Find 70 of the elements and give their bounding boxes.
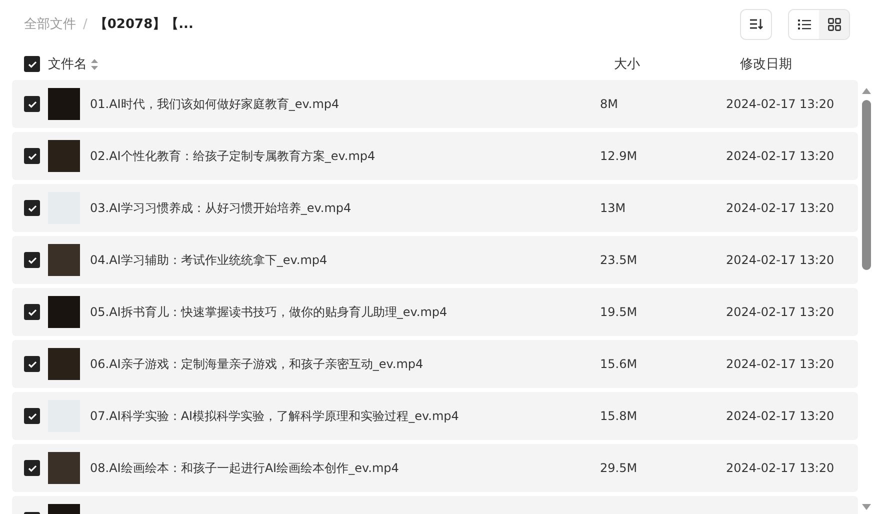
row-checkbox[interactable] bbox=[24, 148, 40, 164]
file-size: 19.5M bbox=[600, 305, 638, 319]
file-size: 15.6M bbox=[600, 357, 638, 371]
column-header[interactable]: 文件名 bbox=[48, 55, 87, 73]
file-row[interactable]: 08.AI绘画绘本：和孩子一起进行AI绘画绘本创作_ev.mp4 29.5M 2024-02-17 13:20 bbox=[12, 444, 858, 492]
video-thumbnail-placeholder bbox=[48, 296, 80, 328]
modified-date: 2024-02-17 13:20 bbox=[726, 201, 834, 215]
file-size: 12.9M bbox=[600, 149, 638, 163]
sort-icon[interactable] bbox=[91, 58, 98, 70]
file-name: 06.AI亲子游戏：定制海量亲子游戏，和孩子亲密互动_ev.mp4 bbox=[90, 356, 424, 372]
file-row[interactable]: 03.AI学习习惯养成：从好习惯开始培养_ev.mp4 13M 2024-02-17 13:20 bbox=[12, 184, 858, 232]
file-row[interactable]: 06.AI亲子游戏：定制海量亲子游戏，和孩子亲密互动_ev.mp4 15.6M 2024-02-17 13:20 bbox=[12, 340, 858, 388]
breadcrumb-separator: / bbox=[83, 16, 88, 32]
row-checkbox[interactable] bbox=[24, 252, 40, 268]
check-icon bbox=[28, 204, 36, 212]
column-header: 大小 bbox=[614, 56, 640, 73]
file-row[interactable]: 02.AI个性化教育：给孩子定制专属教育方案_ev.mp4 12.9M 2024-02-17 13:20 bbox=[12, 132, 858, 180]
current-folder: 【02078】【... bbox=[94, 16, 194, 33]
file-size: 15.8M bbox=[600, 409, 638, 423]
sort-button[interactable] bbox=[740, 8, 772, 40]
file-name: 01.AI时代，我们该如何做好家庭教育_ev.mp4 bbox=[90, 96, 340, 112]
row-checkbox[interactable] bbox=[24, 460, 40, 476]
file-row[interactable]: 01.AI时代，我们该如何做好家庭教育_ev.mp4 8M 2024-02-17 13:20 bbox=[12, 80, 858, 128]
scroll-up-icon[interactable] bbox=[862, 88, 870, 94]
modified-date: 2024-02-17 13:20 bbox=[726, 149, 834, 163]
check-icon bbox=[28, 464, 36, 472]
video-thumbnail-placeholder bbox=[48, 244, 80, 276]
check-icon bbox=[28, 256, 36, 264]
row-checkbox[interactable] bbox=[24, 200, 40, 216]
video-thumbnail-placeholder bbox=[48, 452, 80, 484]
grid-view-button[interactable] bbox=[819, 10, 849, 38]
check-icon bbox=[28, 308, 36, 316]
file-name: 05.AI拆书育儿：快速掌握读书技巧，做你的贴身育儿助理_ev.mp4 bbox=[90, 304, 448, 320]
row-checkbox[interactable] bbox=[24, 304, 40, 320]
file-name: 04.AI学习辅助：考试作业统统拿下_ev.mp4 bbox=[90, 252, 328, 268]
select-all-checkbox[interactable] bbox=[24, 56, 40, 72]
grid-icon bbox=[828, 18, 840, 30]
list-icon bbox=[798, 18, 810, 30]
check-icon bbox=[28, 100, 36, 108]
file-row[interactable]: 04.AI学习辅助：考试作业统统拿下_ev.mp4 23.5M 2024-02-17 13:20 bbox=[12, 236, 858, 284]
video-thumbnail-placeholder bbox=[48, 140, 80, 172]
row-checkbox[interactable] bbox=[24, 96, 40, 112]
video-thumbnail-placeholder bbox=[48, 88, 80, 120]
sort-order-icon bbox=[749, 18, 763, 30]
check-icon bbox=[28, 60, 36, 68]
file-size: 13M bbox=[600, 201, 627, 215]
scrollbar-thumb[interactable] bbox=[862, 100, 870, 270]
check-icon bbox=[28, 360, 36, 368]
file-name: 03.AI学习习惯养成：从好习惯开始培养_ev.mp4 bbox=[90, 200, 352, 216]
row-checkbox[interactable] bbox=[24, 356, 40, 372]
modified-date: 2024-02-17 13:20 bbox=[726, 97, 834, 111]
file-size: 29.5M bbox=[600, 461, 638, 475]
row-checkbox[interactable] bbox=[24, 408, 40, 424]
check-icon bbox=[28, 152, 36, 160]
file-name: 02.AI个性化教育：给孩子定制专属教育方案_ev.mp4 bbox=[90, 148, 376, 164]
file-size: 8M bbox=[600, 97, 619, 111]
modified-date: 2024-02-17 13:20 bbox=[726, 409, 834, 423]
file-size: 23.5M bbox=[600, 253, 638, 267]
scroll-down-icon[interactable] bbox=[862, 504, 870, 510]
file-row[interactable]: 05.AI拆书育儿：快速掌握读书技巧，做你的贴身育儿助理_ev.mp4 19.5M 2024-02-17 13:20 bbox=[12, 288, 858, 336]
modified-date: 2024-02-17 13:20 bbox=[726, 461, 834, 475]
column-header: 修改日期 bbox=[740, 56, 792, 73]
video-thumbnail-placeholder bbox=[48, 348, 80, 380]
check-icon bbox=[28, 412, 36, 420]
file-name: 07.AI科学实验：AI模拟科学实验，了解科学原理和实验过程_ev.mp4 bbox=[90, 408, 460, 424]
file-name: 08.AI绘画绘本：和孩子一起进行AI绘画绘本创作_ev.mp4 bbox=[90, 460, 400, 476]
modified-date: 2024-02-17 13:20 bbox=[726, 305, 834, 319]
modified-date: 2024-02-17 13:20 bbox=[726, 357, 834, 371]
modified-date: 2024-02-17 13:20 bbox=[726, 253, 834, 267]
file-row[interactable]: 07.AI科学实验：AI模拟科学实验，了解科学原理和实验过程_ev.mp4 15.8M 2024-02-17 13:20 bbox=[12, 392, 858, 440]
